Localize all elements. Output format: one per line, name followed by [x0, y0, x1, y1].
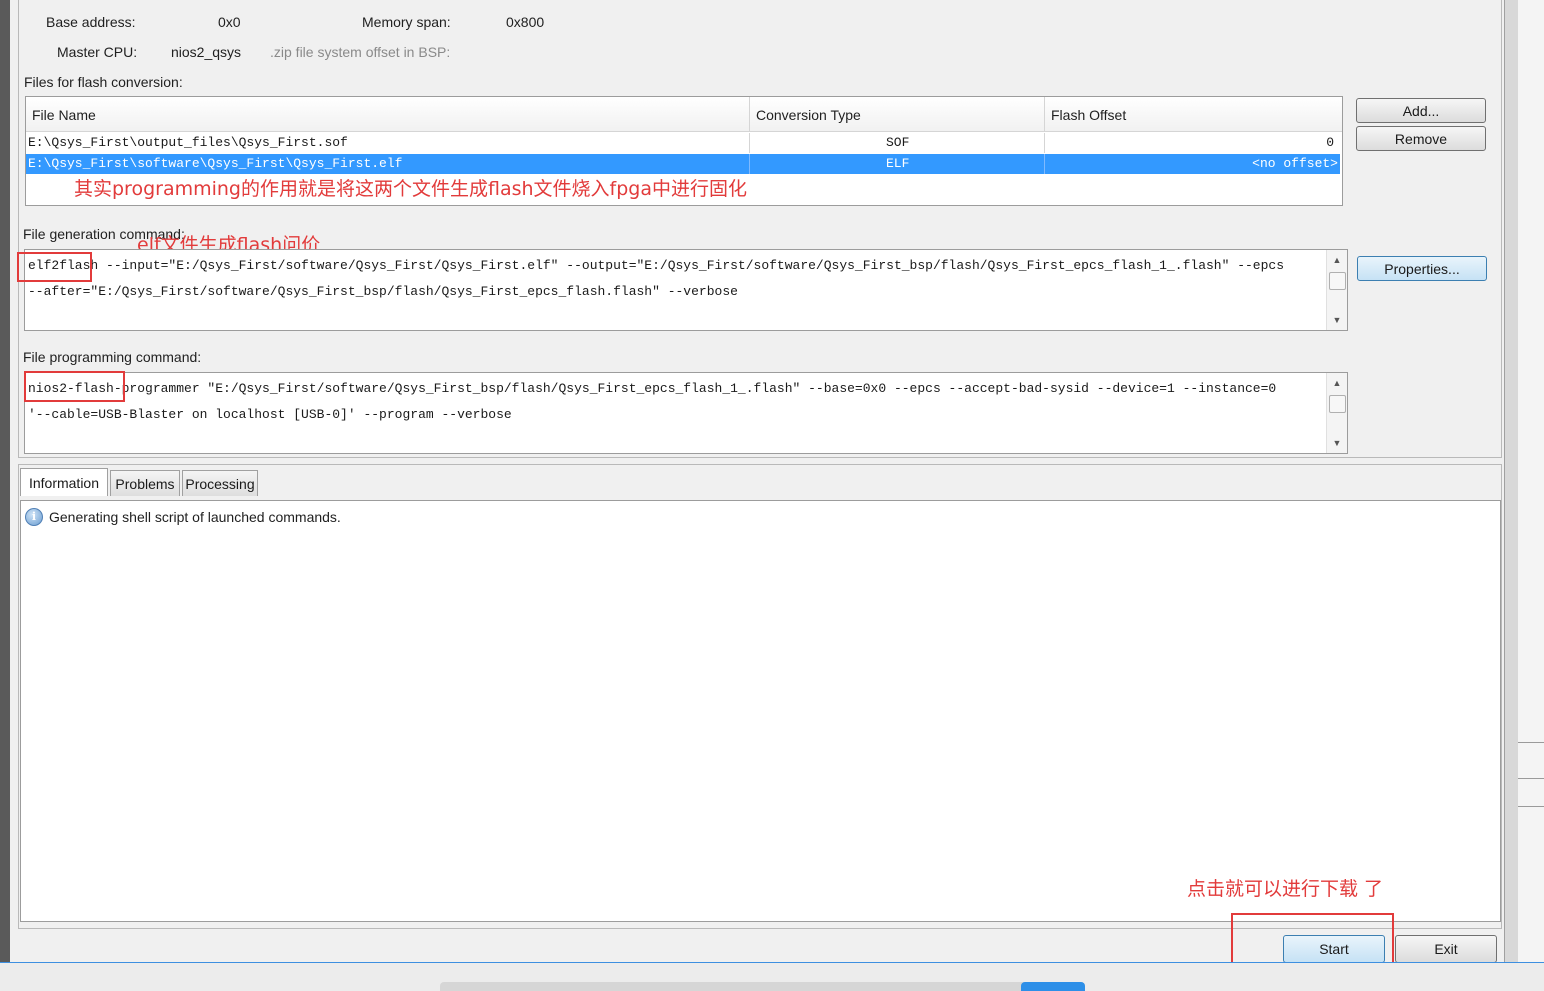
- info-icon: i: [25, 508, 43, 526]
- annotation-note-files: 其实programming的作用就是将这两个文件生成flash文件烧入fpga中…: [74, 178, 747, 200]
- annotation-note-start: 点击就可以进行下载 了: [1187, 878, 1384, 900]
- base-address-label: Base address:: [46, 14, 136, 30]
- files-table-header: [26, 97, 1342, 132]
- files-section-label: Files for flash conversion:: [24, 74, 183, 90]
- progress-track[interactable]: [440, 982, 1085, 991]
- memory-span-label: Memory span:: [362, 14, 451, 30]
- cell-divider: [1044, 133, 1045, 153]
- memory-span-value: 0x800: [506, 14, 545, 30]
- generation-scrollbar[interactable]: ▲ ▼: [1326, 250, 1347, 330]
- row-conversion-type: SOF: [886, 135, 910, 150]
- generation-command-line1: elf2flash --input="E:/Qsys_First/softwar…: [28, 258, 1285, 273]
- scroll-up-icon[interactable]: ▲: [1327, 252, 1347, 268]
- column-flash-offset[interactable]: Flash Offset: [1051, 107, 1126, 123]
- scroll-up-icon[interactable]: ▲: [1327, 375, 1347, 391]
- row-flash-offset: <no offset>: [1252, 156, 1338, 171]
- row-file-name: E:\Qsys_First\software\Qsys_First\Qsys_F…: [28, 156, 403, 171]
- scroll-down-icon[interactable]: ▼: [1327, 435, 1347, 451]
- programming-command-field[interactable]: nios2-flash-programmer "E:/Qsys_First/so…: [24, 372, 1348, 454]
- table-row[interactable]: E:\Qsys_First\output_files\Qsys_First.so…: [26, 133, 1340, 153]
- annotation-box-elf2flash: [17, 252, 92, 282]
- cell-divider: [1044, 154, 1045, 174]
- window-left-edge: [0, 0, 10, 991]
- progress-fill: [1021, 982, 1085, 991]
- cell-divider: [749, 154, 750, 174]
- scroll-down-icon[interactable]: ▼: [1327, 312, 1347, 328]
- column-conversion-type[interactable]: Conversion Type: [756, 107, 861, 123]
- scroll-thumb[interactable]: [1329, 272, 1346, 290]
- messages-list: i Generating shell script of launched co…: [20, 500, 1501, 922]
- programming-command-label: File programming command:: [23, 349, 202, 365]
- programming-scrollbar[interactable]: ▲ ▼: [1326, 373, 1347, 453]
- properties-button[interactable]: Properties...: [1357, 256, 1487, 281]
- tab-processing[interactable]: Processing: [182, 470, 258, 496]
- outer-background: [1518, 0, 1544, 991]
- annotation-box-nios2-flash: [24, 371, 125, 402]
- outer-divider: [1518, 778, 1544, 779]
- table-row-selected[interactable]: E:\Qsys_First\software\Qsys_First\Qsys_F…: [26, 154, 1340, 174]
- programming-command-line1: nios2-flash-programmer "E:/Qsys_First/so…: [28, 381, 1277, 396]
- add-button[interactable]: Add...: [1356, 98, 1486, 123]
- generation-command-line2: --after="E:/Qsys_First/software/Qsys_Fir…: [28, 284, 738, 299]
- outer-divider: [1518, 742, 1544, 743]
- remove-button[interactable]: Remove: [1356, 126, 1486, 151]
- list-item[interactable]: i Generating shell script of launched co…: [25, 507, 341, 527]
- base-address-value: 0x0: [218, 14, 241, 30]
- row-flash-offset: 0: [1326, 135, 1334, 150]
- outer-divider: [1518, 806, 1544, 807]
- cell-divider: [749, 133, 750, 153]
- zip-offset-label: .zip file system offset in BSP:: [270, 44, 451, 60]
- tab-problems[interactable]: Problems: [110, 470, 180, 496]
- tab-information[interactable]: Information: [20, 468, 108, 496]
- row-conversion-type: ELF: [886, 156, 910, 171]
- row-file-name: E:\Qsys_First\output_files\Qsys_First.so…: [28, 135, 348, 150]
- column-file-name[interactable]: File Name: [32, 107, 96, 123]
- master-cpu-value: nios2_qsys: [171, 44, 242, 60]
- window-right-edge: [1504, 0, 1519, 991]
- master-cpu-label: Master CPU:: [57, 44, 138, 60]
- exit-button[interactable]: Exit: [1395, 935, 1497, 963]
- column-divider: [1044, 97, 1045, 131]
- programming-command-line2: '--cable=USB-Blaster on localhost [USB-0…: [28, 407, 512, 422]
- generation-command-field[interactable]: elf2flash --input="E:/Qsys_First/softwar…: [24, 249, 1348, 331]
- scroll-thumb[interactable]: [1329, 395, 1346, 413]
- message-text: Generating shell script of launched comm…: [49, 509, 341, 525]
- column-divider: [749, 97, 750, 131]
